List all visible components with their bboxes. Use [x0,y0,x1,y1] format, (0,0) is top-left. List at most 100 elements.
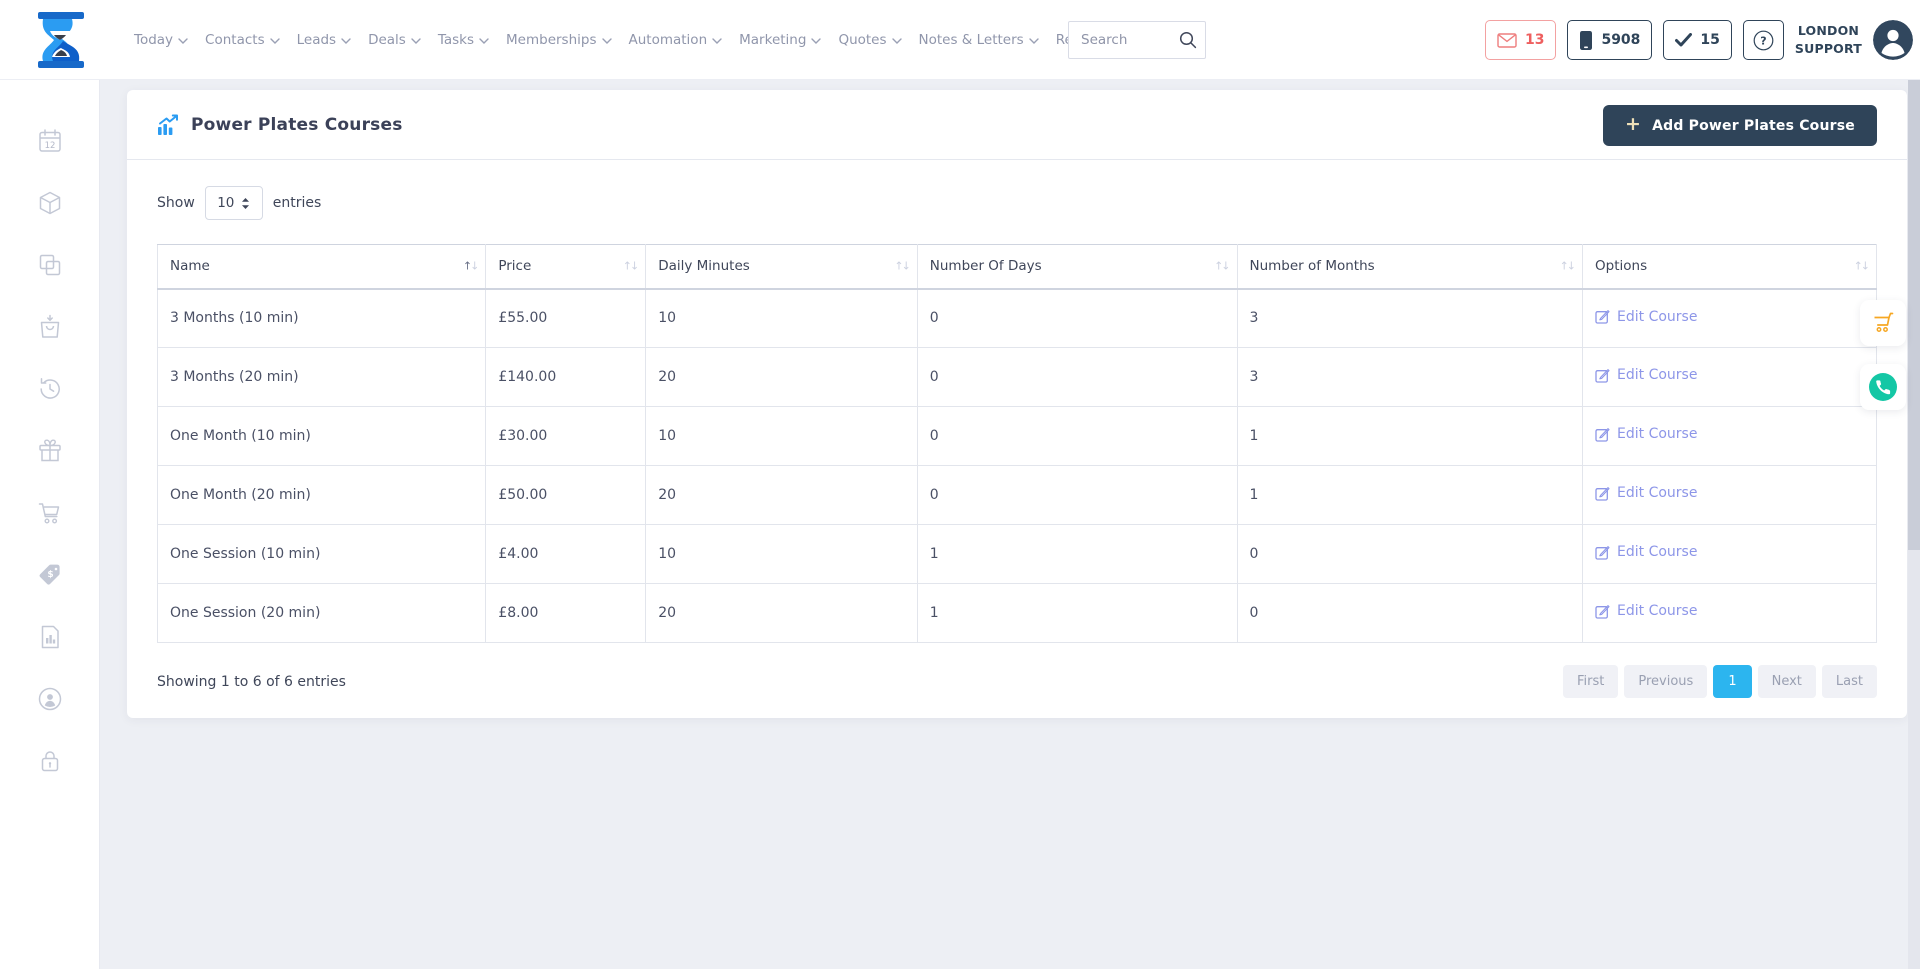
cell-daily-minutes: 20 [646,466,918,525]
cell-days: 1 [917,584,1237,643]
history-icon [37,376,63,402]
search-input[interactable] [1069,22,1179,58]
sidebar-item-calendar[interactable]: 12 [37,128,63,154]
nav-deals[interactable]: Deals [368,32,421,48]
edit-course-link[interactable]: Edit Course [1595,309,1697,325]
nav-notes-letters[interactable]: Notes & Letters [919,32,1039,48]
edit-course-link[interactable]: Edit Course [1595,426,1697,442]
cell-price: £8.00 [486,584,646,643]
panel-body: Show 10 entries Name↑↓ Price↑↓ Daily Min… [127,160,1907,698]
edit-icon [1595,545,1610,560]
column-header-number-of-months[interactable]: Number of Months↑↓ [1237,245,1583,289]
cart-icon [37,500,63,526]
cell-price: £55.00 [486,289,646,348]
cell-price: £50.00 [486,466,646,525]
chevron-down-icon [479,38,489,44]
table-row: One Session (10 min) £4.00 10 1 0 Edit C… [158,525,1877,584]
sidebar: 12 $ [0,80,100,969]
nav-label: Leads [297,32,336,48]
device-badge[interactable]: 5908 [1567,20,1652,60]
cell-daily-minutes: 10 [646,289,918,348]
main-nav: Today Contacts Leads Deals Tasks Members… [134,0,1169,80]
nav-tasks[interactable]: Tasks [438,32,489,48]
cell-months: 0 [1237,584,1583,643]
nav-quotes[interactable]: Quotes [838,32,901,48]
sidebar-item-rewards[interactable] [37,438,63,464]
cell-name: 3 Months (10 min) [158,289,486,348]
cell-days: 0 [917,348,1237,407]
sort-icon: ↑↓ [894,260,908,273]
support-icon [37,686,63,712]
nav-contacts[interactable]: Contacts [205,32,280,48]
column-header-options[interactable]: Options↑↓ [1583,245,1877,289]
nav-automation[interactable]: Automation [629,32,723,48]
edit-course-link[interactable]: Edit Course [1595,544,1697,560]
pagination: First Previous 1 Next Last [1563,665,1877,698]
app-logo[interactable] [30,9,92,71]
cell-name: One Month (10 min) [158,407,486,466]
chevron-down-icon [1029,38,1039,44]
page-length-select[interactable]: 10 [205,186,263,220]
tasks-badge[interactable]: 15 [1663,20,1731,60]
table-row: One Month (10 min) £30.00 10 0 1 Edit Co… [158,407,1877,466]
price-tag-icon: $ [37,562,63,588]
table-row: 3 Months (20 min) £140.00 20 0 3 Edit Co… [158,348,1877,407]
scrollbar-track[interactable] [1908,80,1920,969]
sidebar-item-reports[interactable] [37,624,63,650]
nav-today[interactable]: Today [134,32,188,48]
sidebar-item-products[interactable] [37,190,63,216]
gift-icon [37,438,63,464]
sidebar-item-pricing[interactable]: $ [37,562,63,588]
sidebar-item-shop[interactable] [37,500,63,526]
sidebar-item-support[interactable] [37,686,63,712]
column-header-name[interactable]: Name↑↓ [158,245,486,289]
add-course-button[interactable]: + Add Power Plates Course [1603,105,1877,146]
table-summary: Showing 1 to 6 of 6 entries [157,674,346,690]
avatar[interactable] [1873,20,1913,60]
sidebar-item-history[interactable] [37,376,63,402]
chevron-down-icon [811,38,821,44]
cell-months: 1 [1237,466,1583,525]
edit-course-link[interactable]: Edit Course [1595,367,1697,383]
column-header-daily-minutes[interactable]: Daily Minutes↑↓ [646,245,918,289]
cell-name: 3 Months (20 min) [158,348,486,407]
sidebar-item-pages[interactable] [37,252,63,278]
messages-badge[interactable]: 13 [1485,20,1556,60]
pagination-next[interactable]: Next [1758,665,1816,698]
svg-text:?: ? [1760,34,1766,47]
sidebar-item-orders[interactable] [37,314,63,340]
cell-months: 3 [1237,289,1583,348]
cart-icon [1870,310,1896,336]
phone-icon [1868,372,1898,402]
courses-table: Name↑↓ Price↑↓ Daily Minutes↑↓ Number Of… [157,244,1877,643]
column-header-price[interactable]: Price↑↓ [486,245,646,289]
cell-daily-minutes: 20 [646,584,918,643]
cell-daily-minutes: 10 [646,525,918,584]
chevron-down-icon [892,38,902,44]
search-icon[interactable] [1179,31,1197,49]
user-avatar-icon [1873,20,1913,60]
pagination-page-1[interactable]: 1 [1713,665,1751,698]
scrollbar-thumb[interactable] [1908,80,1920,550]
nav-memberships[interactable]: Memberships [506,32,611,48]
chevron-down-icon [270,38,280,44]
sort-icon: ↑↓ [1854,260,1868,273]
cart-fab[interactable] [1860,300,1906,346]
pagination-previous[interactable]: Previous [1624,665,1707,698]
edit-course-link[interactable]: Edit Course [1595,485,1697,501]
envelope-icon [1497,33,1517,48]
call-fab[interactable] [1860,364,1906,410]
edit-icon [1595,486,1610,501]
checkmark-icon [1675,33,1692,47]
help-badge[interactable]: ? [1743,20,1784,60]
nav-leads[interactable]: Leads [297,32,351,48]
pagination-first[interactable]: First [1563,665,1618,698]
nav-label: Deals [368,32,406,48]
column-header-number-of-days[interactable]: Number Of Days↑↓ [917,245,1237,289]
nav-marketing[interactable]: Marketing [739,32,821,48]
edit-course-link[interactable]: Edit Course [1595,603,1697,619]
pagination-last[interactable]: Last [1822,665,1877,698]
sidebar-item-security[interactable] [37,748,63,774]
top-bar: Today Contacts Leads Deals Tasks Members… [0,0,1920,80]
edit-icon [1595,427,1610,442]
